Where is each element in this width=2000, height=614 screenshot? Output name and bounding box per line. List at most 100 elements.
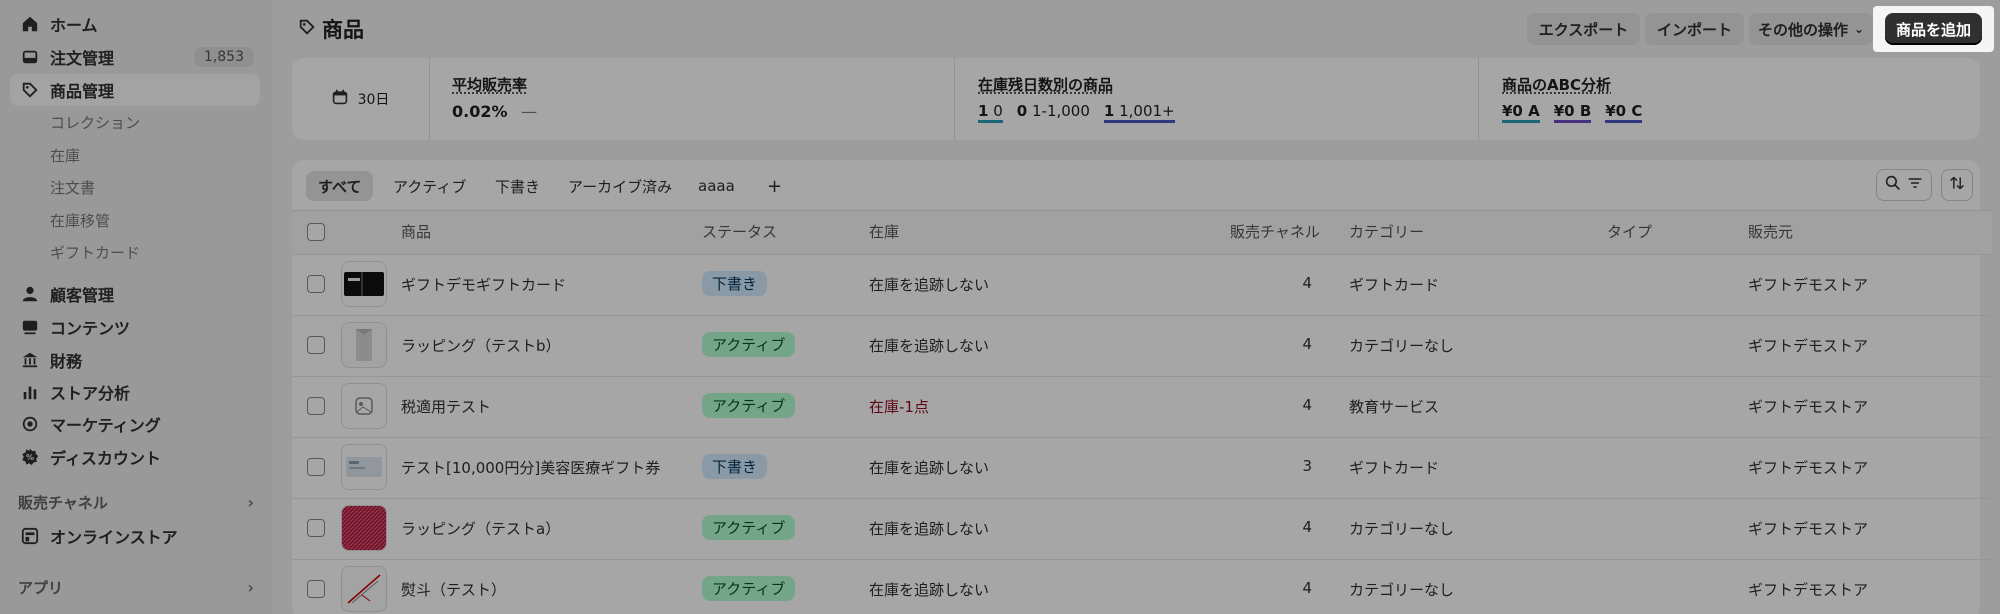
status-badge: 下書き [702, 454, 768, 479]
sidebar-item-customers[interactable]: 顧客管理 [10, 278, 260, 310]
inv-bucket-3[interactable]: 1 1,001+ [1103, 102, 1175, 123]
sidebar: ホーム 注文管理 1,853 商品管理 コレクション 在庫 注文書 在庫移管 ギ… [0, 0, 272, 614]
avg-trend: — [521, 102, 538, 121]
more-actions-label: その他の操作 [1757, 20, 1848, 39]
category-cell: 教育サービス [1349, 398, 1440, 416]
date-range-button[interactable]: 30日 [292, 58, 430, 140]
column-header-vendor[interactable]: 販売元 [1748, 221, 1793, 242]
sidebar-item-discounts[interactable]: % ディスカウント [10, 441, 260, 473]
sidebar-sub-gift-cards[interactable]: ギフトカード [50, 240, 140, 264]
row-checkbox[interactable] [307, 580, 325, 598]
add-view-button[interactable]: + [755, 171, 794, 201]
sidebar-item-label: ホーム [50, 16, 98, 35]
row-checkbox[interactable] [307, 275, 325, 293]
row-checkbox[interactable] [307, 397, 325, 415]
tab-archived[interactable]: アーカイブ済み [556, 171, 684, 201]
sidebar-sales-channels[interactable]: 販売チャネル › [18, 492, 254, 513]
table-row[interactable] [292, 559, 1992, 614]
sort-icon [1949, 175, 1965, 195]
abc-a[interactable]: ¥0 A [1502, 102, 1540, 123]
tab-draft[interactable]: 下書き [483, 171, 552, 201]
status-badge: 下書き [702, 271, 768, 296]
sidebar-sub-collections[interactable]: コレクション [50, 110, 140, 134]
sidebar-item-label: 顧客管理 [50, 286, 115, 305]
sidebar-item-label: ディスカウント [50, 449, 161, 468]
sidebar-item-label: コンテンツ [50, 319, 131, 338]
sidebar-item-products[interactable]: 商品管理 [10, 74, 260, 106]
avg-sell-through-value: 0.02% — [452, 102, 537, 121]
sidebar-sub-transfers[interactable]: 在庫移管 [50, 208, 110, 232]
table-row[interactable] [292, 376, 1992, 437]
sales-channels-count: 4 [1302, 274, 1312, 292]
product-name-link[interactable]: ラッピング（テストb） [401, 335, 561, 356]
sidebar-item-online-store[interactable]: オンラインストア [10, 520, 260, 552]
sort-button[interactable] [1941, 169, 1973, 201]
date-range-label: 30日 [357, 92, 390, 108]
category-cell: カテゴリーなし [1349, 520, 1455, 538]
tab-all[interactable]: すべて [306, 171, 374, 201]
sidebar-sub-purchase-orders[interactable]: 注文書 [50, 175, 95, 199]
product-thumbnail [341, 566, 387, 612]
sidebar-item-marketing[interactable]: マーケティング [10, 408, 260, 440]
import-button[interactable]: インポート [1645, 13, 1744, 45]
inventory-cell: 在庫を追跡しない [869, 276, 990, 294]
product-name-link[interactable]: ラッピング（テストa） [401, 518, 560, 539]
column-header-inventory[interactable]: 在庫 [869, 221, 899, 242]
category-cell: ギフトカード [1349, 276, 1440, 294]
abc-analysis-label: 商品のABC分析 [1502, 76, 1612, 94]
search-filter-button[interactable] [1876, 169, 1932, 201]
search-icon [1885, 175, 1901, 195]
column-header-product[interactable]: 商品 [401, 221, 431, 242]
status-badge: アクティブ [702, 576, 796, 601]
sales-channels-count: 4 [1302, 335, 1312, 353]
abc-b[interactable]: ¥0 B [1553, 102, 1592, 123]
inbox-icon [20, 47, 40, 67]
inventory-cell: 在庫を追跡しない [869, 337, 990, 355]
sidebar-item-content[interactable]: コンテンツ [10, 311, 260, 343]
export-button[interactable]: エクスポート [1527, 13, 1640, 45]
add-product-button[interactable]: 商品を追加 [1885, 13, 1982, 45]
inv-bucket-count: 1 [978, 102, 989, 120]
product-name-link[interactable]: ギフトデモギフトカード [401, 274, 566, 295]
row-checkbox[interactable] [307, 458, 325, 476]
tab-aaaa[interactable]: aaaa [686, 171, 747, 201]
chevron-right-icon: › [247, 493, 254, 512]
person-icon [20, 284, 40, 304]
product-name-link[interactable]: 熨斗（テスト） [401, 579, 506, 600]
inventory-cell: 在庫を追跡しない [869, 459, 990, 477]
abc-analysis-values: ¥0 A ¥0 B ¥0 C [1502, 102, 1643, 123]
order-count-badge: 1,853 [193, 47, 254, 67]
column-header-category[interactable]: カテゴリー [1349, 221, 1424, 242]
inventory-cell: 在庫を追跡しない [869, 520, 990, 538]
row-checkbox[interactable] [307, 336, 325, 354]
row-checkbox[interactable] [307, 519, 325, 537]
chevron-down-icon: ⌄ [1853, 22, 1865, 36]
sidebar-item-analytics[interactable]: ストア分析 [10, 376, 260, 408]
sidebar-item-label: 商品管理 [50, 82, 115, 101]
column-header-sales-channels[interactable]: 販売チャネル [1230, 221, 1320, 242]
column-header-status[interactable]: ステータス [702, 221, 777, 242]
select-all-checkbox[interactable] [307, 223, 325, 241]
page-title: 商品 [298, 14, 364, 44]
sidebar-item-home[interactable]: ホーム [10, 8, 260, 40]
sidebar-item-label: 財務 [50, 352, 83, 371]
sidebar-item-label: マーケティング [50, 416, 161, 435]
product-thumbnail [341, 444, 387, 490]
sidebar-apps[interactable]: アプリ › [18, 577, 254, 598]
inv-bucket-2[interactable]: 0 1-1,000 [1017, 102, 1090, 123]
avg-value: 0.02% [452, 102, 508, 121]
product-thumbnail [341, 322, 387, 368]
more-actions-button[interactable]: その他の操作 ⌄ [1749, 13, 1873, 45]
sidebar-item-finance[interactable]: 財務 [10, 344, 260, 376]
inv-bucket-count: 1 [1103, 102, 1115, 120]
product-name-link[interactable]: テスト[10,000円分]美容医療ギフト券 [401, 457, 660, 478]
inventory-cell: 在庫を追跡しない [869, 581, 990, 599]
abc-c[interactable]: ¥0 C [1605, 102, 1643, 123]
column-header-type[interactable]: タイプ [1607, 221, 1652, 242]
sidebar-sub-inventory[interactable]: 在庫 [50, 143, 80, 167]
inv-bucket-count: 0 [1016, 102, 1028, 120]
sidebar-item-orders[interactable]: 注文管理 1,853 [10, 41, 260, 73]
product-name-link[interactable]: 税適用テスト [401, 396, 491, 417]
inv-bucket-1[interactable]: 1 0 [978, 102, 1003, 123]
tab-active[interactable]: アクティブ [381, 171, 478, 201]
